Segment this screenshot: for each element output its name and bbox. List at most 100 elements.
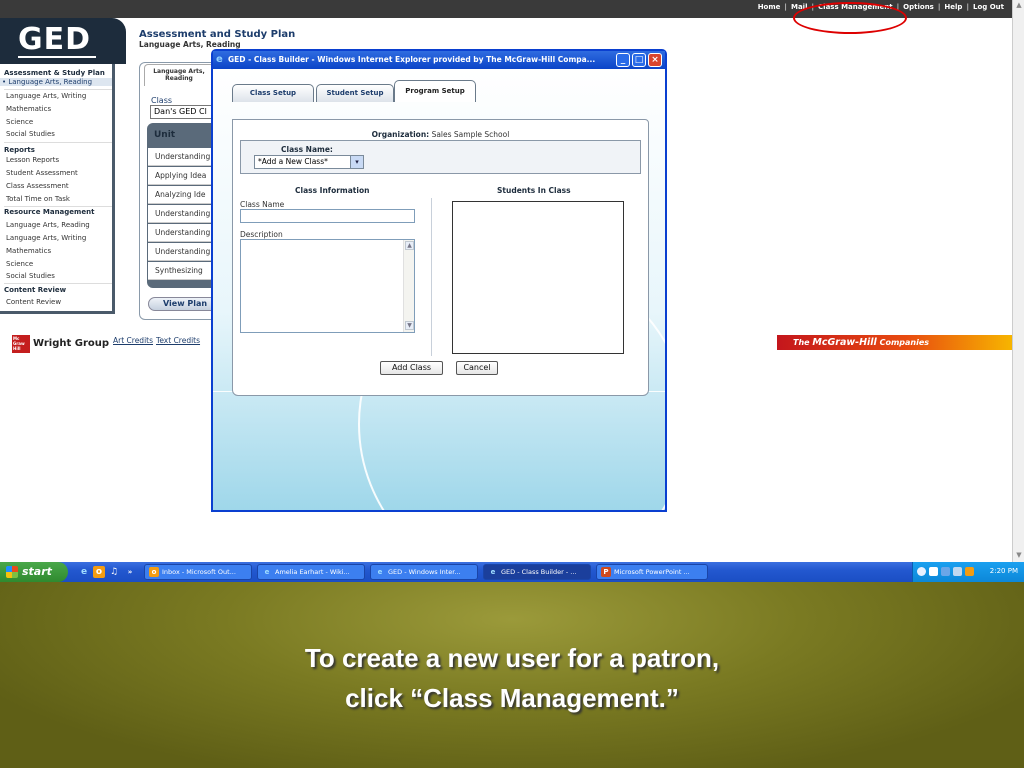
description-scrollbar[interactable]: ▲ ▼ [403, 240, 414, 332]
table-row[interactable]: Understanding [148, 224, 220, 242]
mcgraw-hill-logo-icon: Mc Graw Hill [12, 335, 30, 353]
outlook-icon: o [149, 567, 159, 577]
start-button[interactable]: start [0, 562, 68, 582]
minimize-icon[interactable]: _ [616, 53, 630, 67]
tab-class-setup[interactable]: Class Setup [232, 84, 314, 102]
table-row[interactable]: Synthesizing [148, 262, 220, 280]
mh-the: The [793, 338, 810, 347]
sidebar-item-resource-mathematics[interactable]: Mathematics [6, 247, 51, 255]
table-row[interactable]: Understanding [148, 243, 220, 261]
window-titlebar[interactable]: e GED - Class Builder - Windows Internet… [213, 51, 665, 69]
class-select[interactable]: Dan's GED Cl [150, 105, 220, 119]
system-tray: 2:20 PM [912, 562, 1024, 582]
outlook-tray-icon[interactable] [965, 567, 974, 576]
table-row[interactable]: Understanding [148, 205, 220, 223]
table-row[interactable]: Understanding [148, 148, 220, 166]
sidebar-item-class-assessment[interactable]: Class Assessment [6, 182, 69, 190]
ged-logo: GED [18, 22, 92, 57]
task-powerpoint[interactable]: P Microsoft PowerPoint ... [596, 564, 708, 580]
view-plan-button[interactable]: View Plan [148, 297, 218, 311]
mcgraw-hill-banner: The McGraw-Hill Companies [777, 335, 1012, 350]
scroll-up-icon[interactable]: ▲ [405, 241, 414, 250]
class-label: Class [151, 96, 173, 105]
quicklaunch-more-icon[interactable]: » [124, 566, 136, 578]
sidebar-item-social-studies[interactable]: Social Studies [6, 130, 55, 138]
description-textarea[interactable] [240, 239, 415, 333]
text-credits-link[interactable]: Text Credits [156, 336, 200, 345]
divider [4, 142, 112, 143]
caption-line-2: click “Class Management.” [345, 683, 679, 713]
outlook-icon[interactable]: o [93, 566, 105, 578]
logout-link[interactable]: Log Out [973, 3, 1004, 11]
sidebar-item-resource-la-writing[interactable]: Language Arts, Writing [6, 234, 86, 242]
network-icon[interactable] [929, 567, 938, 576]
divider [4, 89, 112, 90]
sidebar-item-lesson-reports[interactable]: Lesson Reports [6, 156, 59, 164]
internet-explorer-icon[interactable]: e [78, 566, 90, 578]
close-icon[interactable]: × [648, 53, 662, 67]
options-link[interactable]: Options [903, 3, 934, 11]
nav-separator: | [966, 3, 969, 11]
art-credits-link[interactable]: Art Credits [113, 336, 153, 345]
description-field-label: Description [240, 230, 283, 239]
cancel-button[interactable]: Cancel [456, 361, 498, 375]
class-name-select[interactable]: *Add a New Class* ▾ [254, 155, 364, 169]
sidebar-item-la-writing[interactable]: Language Arts, Writing [6, 92, 86, 100]
sidebar-item-la-reading[interactable]: • Language Arts, Reading [0, 78, 112, 86]
tab-program-setup[interactable]: Program Setup [394, 80, 476, 102]
sidebar-item-resource-social-studies[interactable]: Social Studies [6, 272, 55, 280]
tray-expand-icon[interactable] [917, 567, 926, 576]
sidebar-heading-assessment[interactable]: Assessment & Study Plan [4, 69, 105, 77]
home-link[interactable]: Home [758, 3, 781, 11]
sidebar-item-student-assessment[interactable]: Student Assessment [6, 169, 78, 177]
windows-taskbar: start e o ♫ » o Inbox - Microsoft Out... … [0, 562, 1024, 582]
nav-separator: | [937, 3, 941, 11]
chevron-down-icon[interactable]: ▾ [350, 156, 363, 168]
tab-student-setup[interactable]: Student Setup [316, 84, 394, 102]
tab-language-arts-reading[interactable]: Language Arts, Reading [144, 64, 214, 86]
task-ged-class-builder[interactable]: e GED - Class Builder - ... [483, 564, 591, 580]
sidebar-heading-reports: Reports [4, 146, 35, 154]
class-form-panel: Organization: Sales Sample School Class … [232, 119, 649, 396]
sidebar-item-total-time[interactable]: Total Time on Task [6, 195, 70, 203]
divider [4, 206, 112, 207]
nav-separator: | [784, 3, 787, 11]
students-in-class-heading: Students In Class [497, 186, 571, 195]
students-list[interactable] [452, 201, 624, 354]
task-label: Inbox - Microsoft Out... [162, 568, 236, 576]
clock: 2:20 PM [989, 567, 1018, 575]
scroll-up-icon[interactable]: ▲ [1014, 1, 1024, 10]
task-amelia-earhart[interactable]: e Amelia Earhart - Wiki... [257, 564, 365, 580]
maximize-icon[interactable]: □ [632, 53, 646, 67]
sidebar-item-science[interactable]: Science [6, 118, 33, 126]
sidebar-item-mathematics[interactable]: Mathematics [6, 105, 51, 113]
class-name-label: Class Name: [281, 145, 333, 154]
page-scrollbar[interactable]: ▲ ▼ [1012, 0, 1024, 562]
sidebar-item-resource-science[interactable]: Science [6, 260, 33, 268]
class-name-field-label: Class Name [240, 200, 285, 209]
unit-column-header: Unit [154, 130, 176, 140]
sidebar-item-resource-la-reading[interactable]: Language Arts, Reading [6, 221, 90, 229]
add-class-button[interactable]: Add Class [380, 361, 443, 375]
tray-app-icon[interactable] [953, 567, 962, 576]
internet-explorer-icon: e [377, 568, 383, 576]
tray-app-icon[interactable] [941, 567, 950, 576]
class-name-input[interactable] [240, 209, 415, 223]
sidebar-heading-content-review: Content Review [4, 286, 67, 294]
help-link[interactable]: Help [944, 3, 962, 11]
scroll-down-icon[interactable]: ▼ [405, 321, 414, 330]
sidebar-item-content-review[interactable]: Content Review [6, 298, 61, 306]
window-body: Class Setup Student Setup Program Setup … [213, 69, 665, 510]
media-icon[interactable]: ♫ [108, 566, 120, 578]
windows-flag-icon [6, 566, 18, 578]
table-row[interactable]: Applying Idea [148, 167, 220, 185]
mh-name: McGraw-Hill [812, 337, 877, 348]
logo-underline [18, 56, 96, 58]
scroll-down-icon[interactable]: ▼ [1014, 551, 1024, 560]
table-row[interactable]: Analyzing Ide [148, 186, 220, 204]
task-ged-windows[interactable]: e GED - Windows Inter... [370, 564, 478, 580]
sidebar-item-label: Language Arts, Reading [8, 78, 93, 86]
page-subtitle: Language Arts, Reading [139, 40, 241, 49]
task-inbox[interactable]: o Inbox - Microsoft Out... [144, 564, 252, 580]
organization-label: Organization: [371, 130, 430, 139]
